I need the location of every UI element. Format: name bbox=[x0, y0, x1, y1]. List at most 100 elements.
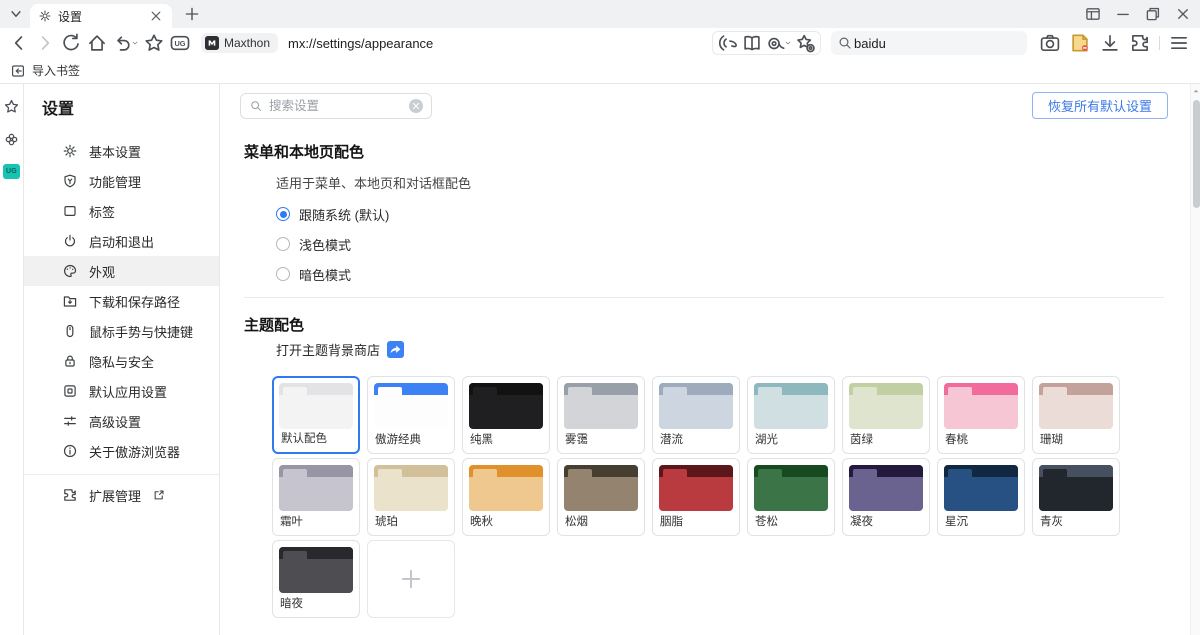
theme-card-14[interactable]: 苍松 bbox=[747, 458, 835, 536]
screenshot-camera-icon[interactable] bbox=[1039, 32, 1061, 54]
theme-card-6[interactable]: 茵绿 bbox=[842, 376, 930, 454]
restore-defaults-button[interactable]: 恢复所有默认设置 bbox=[1032, 92, 1168, 119]
sidebar-item-label: 隐私与安全 bbox=[89, 352, 154, 371]
color-mode-option-0[interactable]: 跟随系统 (默认) bbox=[276, 199, 389, 229]
radio-icon[interactable] bbox=[276, 237, 290, 251]
theme-name: 星沉 bbox=[945, 513, 968, 529]
open-store-arrow-icon[interactable] bbox=[387, 341, 404, 358]
undo-closed-tab-button[interactable] bbox=[112, 32, 139, 54]
theme-swatch bbox=[849, 465, 923, 511]
theme-name: 霜叶 bbox=[280, 513, 303, 529]
add-theme-button[interactable] bbox=[367, 540, 455, 618]
theme-swatch bbox=[279, 547, 353, 593]
sidebar-item-0[interactable]: 基本设置 bbox=[24, 136, 219, 166]
app-window-icon bbox=[62, 383, 78, 399]
clear-settings-search-icon[interactable] bbox=[409, 99, 423, 113]
active-tab[interactable]: 设置 bbox=[30, 4, 172, 28]
theme-card-3[interactable]: 雾霭 bbox=[557, 376, 645, 454]
extensions-icon[interactable] bbox=[1129, 32, 1151, 54]
main-menu-icon[interactable] bbox=[1168, 32, 1190, 54]
sidebar-item-5[interactable]: 下载和保存路径 bbox=[24, 286, 219, 316]
ug-mode-button[interactable]: UG bbox=[169, 32, 191, 54]
sidebar-item-9[interactable]: 高级设置 bbox=[24, 406, 219, 436]
snail-tools-button[interactable] bbox=[765, 32, 792, 54]
theme-card-15[interactable]: 凝夜 bbox=[842, 458, 930, 536]
shield-icon bbox=[62, 173, 78, 189]
theme-card-11[interactable]: 晚秋 bbox=[462, 458, 550, 536]
collect-star-gear-icon[interactable] bbox=[794, 32, 816, 54]
sidebar-item-label: 标签 bbox=[89, 202, 115, 221]
theme-card-0[interactable]: 默认配色 bbox=[272, 376, 360, 454]
theme-name: 松烟 bbox=[565, 513, 588, 529]
theme-card-10[interactable]: 琥珀 bbox=[367, 458, 455, 536]
theme-name: 珊瑚 bbox=[1040, 431, 1063, 447]
restore-icon[interactable] bbox=[1144, 5, 1162, 23]
theme-store-link[interactable]: 打开主题背景商店 bbox=[276, 340, 380, 359]
color-mode-option-1[interactable]: 浅色模式 bbox=[276, 229, 389, 259]
sidebar-item-6[interactable]: 鼠标手势与快捷键 bbox=[24, 316, 219, 346]
theme-card-16[interactable]: 星沉 bbox=[937, 458, 1025, 536]
theme-card-8[interactable]: 珊瑚 bbox=[1032, 376, 1120, 454]
external-link-icon bbox=[152, 488, 166, 502]
theme-card-1[interactable]: 傲游经典 bbox=[367, 376, 455, 454]
favorites-panel-icon[interactable] bbox=[3, 98, 20, 115]
sidebar-item-1[interactable]: 功能管理 bbox=[24, 166, 219, 196]
theme-name: 湖光 bbox=[755, 431, 778, 447]
settings-search-input[interactable] bbox=[269, 99, 403, 113]
sidebar-item-4[interactable]: 外观 bbox=[24, 256, 219, 286]
tab-close-icon[interactable] bbox=[148, 8, 164, 24]
radio-selected-icon[interactable] bbox=[276, 207, 290, 221]
tab-list-chevron-icon[interactable] bbox=[6, 5, 26, 23]
import-bookmarks-button[interactable]: 导入书签 bbox=[32, 62, 80, 79]
split-view-icon[interactable] bbox=[1084, 5, 1102, 23]
settings-search-box[interactable] bbox=[240, 93, 432, 119]
toolbar-search-box[interactable] bbox=[831, 31, 1027, 55]
scrollbar-thumb[interactable] bbox=[1193, 100, 1200, 208]
sidebar-item-extensions[interactable]: 扩展管理 bbox=[24, 480, 219, 510]
sidebar-item-3[interactable]: 启动和退出 bbox=[24, 226, 219, 256]
new-tab-button[interactable] bbox=[182, 5, 202, 23]
download-icon[interactable] bbox=[1099, 32, 1121, 54]
theme-card-5[interactable]: 湖光 bbox=[747, 376, 835, 454]
theme-swatch bbox=[944, 383, 1018, 429]
clover-panel-icon[interactable] bbox=[3, 131, 20, 148]
color-mode-option-2[interactable]: 暗色模式 bbox=[276, 259, 389, 289]
scroll-up-arrow-icon[interactable] bbox=[1192, 87, 1200, 95]
site-identity-chip[interactable]: Maxthon bbox=[201, 33, 278, 53]
sidebar-item-label: 基本设置 bbox=[89, 142, 141, 161]
address-url[interactable]: mx://settings/appearance bbox=[288, 36, 433, 51]
theme-name: 琥珀 bbox=[375, 513, 398, 529]
minimize-icon[interactable] bbox=[1114, 5, 1132, 23]
close-window-icon[interactable] bbox=[1174, 5, 1192, 23]
sidebar-item-2[interactable]: 标签 bbox=[24, 196, 219, 226]
radio-icon[interactable] bbox=[276, 267, 290, 281]
caret-down-icon bbox=[131, 34, 139, 52]
theme-card-18[interactable]: 暗夜 bbox=[272, 540, 360, 618]
sidebar-item-7[interactable]: 隐私与安全 bbox=[24, 346, 219, 376]
theme-card-9[interactable]: 霜叶 bbox=[272, 458, 360, 536]
forward-button[interactable] bbox=[34, 32, 56, 54]
read-aloud-icon[interactable] bbox=[717, 32, 739, 54]
ug-badge-icon[interactable]: UG bbox=[3, 164, 20, 179]
theme-card-4[interactable]: 潜流 bbox=[652, 376, 740, 454]
sidebar-item-label: 默认应用设置 bbox=[89, 382, 167, 401]
reader-mode-icon[interactable] bbox=[741, 32, 763, 54]
search-engine-icon[interactable] bbox=[837, 32, 853, 54]
theme-card-12[interactable]: 松烟 bbox=[557, 458, 645, 536]
toolbar-search-input[interactable] bbox=[854, 36, 1030, 51]
favorite-star-button[interactable] bbox=[143, 32, 165, 54]
sidebar-item-8[interactable]: 默认应用设置 bbox=[24, 376, 219, 406]
reload-button[interactable] bbox=[60, 32, 82, 54]
lock-icon bbox=[62, 353, 78, 369]
theme-card-7[interactable]: 春桃 bbox=[937, 376, 1025, 454]
theme-card-17[interactable]: 青灰 bbox=[1032, 458, 1120, 536]
sidebar-item-10[interactable]: 关于傲游浏览器 bbox=[24, 436, 219, 466]
maxnote-icon[interactable] bbox=[1069, 32, 1091, 54]
home-button[interactable] bbox=[86, 32, 108, 54]
puzzle-icon bbox=[62, 487, 78, 503]
theme-card-2[interactable]: 纯黑 bbox=[462, 376, 550, 454]
back-button[interactable] bbox=[8, 32, 30, 54]
theme-card-13[interactable]: 胭脂 bbox=[652, 458, 740, 536]
folder-down-icon bbox=[62, 293, 78, 309]
vertical-scrollbar[interactable] bbox=[1190, 84, 1200, 635]
